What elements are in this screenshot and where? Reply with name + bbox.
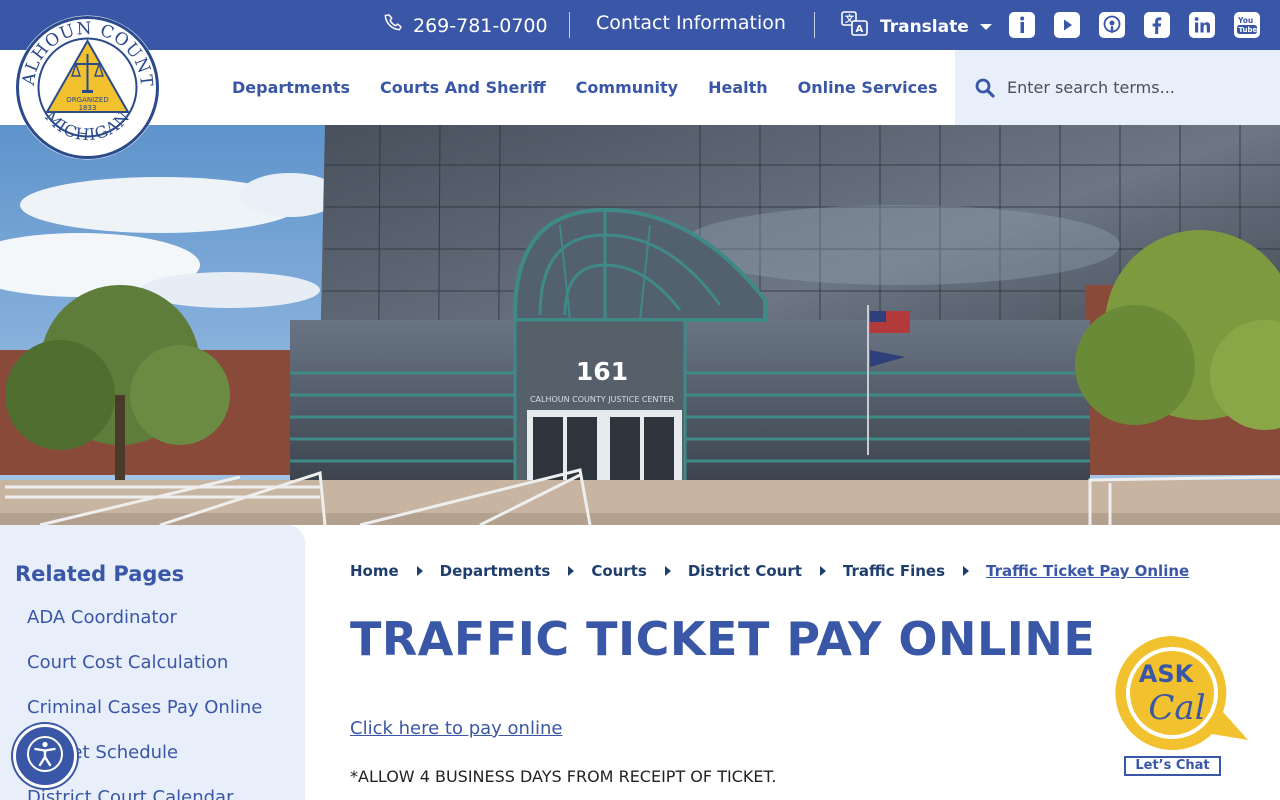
podcast-icon[interactable] (1099, 12, 1125, 38)
translate-icon: 文A (840, 10, 870, 43)
phone-number: 269-781-0700 (413, 14, 548, 37)
breadcrumb-arrow-icon (963, 566, 970, 576)
svg-text:A: A (856, 24, 864, 35)
social-links: You Tube (1009, 12, 1260, 38)
divider (814, 12, 815, 38)
sidebar-item-ada-coordinator[interactable]: ADA Coordinator (27, 607, 262, 652)
youtube-logo-icon[interactable]: You Tube (1234, 12, 1260, 38)
phone-link[interactable]: 269-781-0700 (383, 12, 548, 39)
nav-item-community[interactable]: Community (576, 78, 678, 97)
breadcrumb-home[interactable]: Home (350, 562, 399, 580)
hero-image-justice-center: 161 CALHOUN COUNTY JUSTICE CENTER (0, 125, 1280, 525)
search-bar (955, 50, 1280, 125)
pay-online-link[interactable]: Click here to pay online (350, 718, 562, 739)
breadcrumb-arrow-icon (819, 566, 826, 576)
breadcrumb-arrow-icon (664, 566, 671, 576)
county-seal-logo[interactable]: CALHOUN COUNTY MICHIGAN ORGANIZED 1833 (7, 0, 161, 161)
ask-cal-badge-icon: ASK Cal (1115, 636, 1248, 750)
breadcrumb-arrow-icon (416, 566, 423, 576)
translate-label: Translate (880, 16, 969, 37)
svg-text:You: You (1237, 16, 1253, 25)
seal-year-text: 1833 (79, 104, 97, 112)
page-title: TRAFFIC TICKET PAY ONLINE (350, 612, 1096, 666)
breadcrumb-arrow-icon (568, 566, 575, 576)
ask-label: ASK (1139, 660, 1195, 688)
breadcrumb-departments[interactable]: Departments (440, 562, 551, 580)
breadcrumb: Home Departments Courts District Court T… (350, 562, 1189, 580)
seal-organized-text: ORGANIZED (66, 96, 109, 104)
divider (569, 12, 570, 38)
search-icon[interactable] (975, 78, 995, 98)
processing-note: *ALLOW 4 BUSINESS DAYS FROM RECEIPT OF T… (350, 767, 777, 786)
search-input[interactable] (1007, 78, 1267, 97)
breadcrumb-current[interactable]: Traffic Ticket Pay Online (986, 562, 1189, 580)
youtube-icon[interactable] (1054, 12, 1080, 38)
cal-label: Cal (1148, 688, 1205, 728)
utility-bar: 269-781-0700 Contact Information 文A Tran… (0, 0, 1280, 50)
nav-item-departments[interactable]: Departments (232, 78, 350, 97)
contact-information-link[interactable]: Contact Information (596, 12, 786, 34)
accessibility-button[interactable] (13, 724, 77, 788)
ask-cal-chat-widget[interactable]: ASK Cal Let’s Chat (1113, 634, 1253, 779)
related-pages-heading: Related Pages (15, 562, 185, 586)
nav-item-online-services[interactable]: Online Services (798, 78, 938, 97)
sidebar-item-district-court-calendar[interactable]: District Court Calendar (27, 787, 262, 800)
accessibility-icon (25, 734, 65, 778)
phone-icon (383, 12, 405, 39)
breadcrumb-traffic-fines[interactable]: Traffic Fines (843, 562, 945, 580)
facebook-icon[interactable] (1144, 12, 1170, 38)
main-navigation-bar: Departments Courts And Sheriff Community… (0, 50, 1280, 125)
breadcrumb-district-court[interactable]: District Court (688, 562, 802, 580)
nav-item-courts-and-sheriff[interactable]: Courts And Sheriff (380, 78, 546, 97)
linkedin-icon[interactable] (1189, 12, 1215, 38)
translate-dropdown[interactable]: 文A Translate (840, 10, 993, 43)
breadcrumb-courts[interactable]: Courts (591, 562, 647, 580)
sidebar-item-court-cost-calculation[interactable]: Court Cost Calculation (27, 652, 262, 697)
building-number: 161 (576, 357, 628, 386)
nav-item-health[interactable]: Health (708, 78, 768, 97)
info-icon[interactable] (1009, 12, 1035, 38)
svg-text:Tube: Tube (1239, 26, 1258, 34)
primary-nav: Departments Courts And Sheriff Community… (232, 78, 937, 97)
chevron-down-icon (979, 17, 993, 37)
building-sign: CALHOUN COUNTY JUSTICE CENTER (530, 395, 675, 404)
lets-chat-button[interactable]: Let’s Chat (1124, 756, 1221, 776)
